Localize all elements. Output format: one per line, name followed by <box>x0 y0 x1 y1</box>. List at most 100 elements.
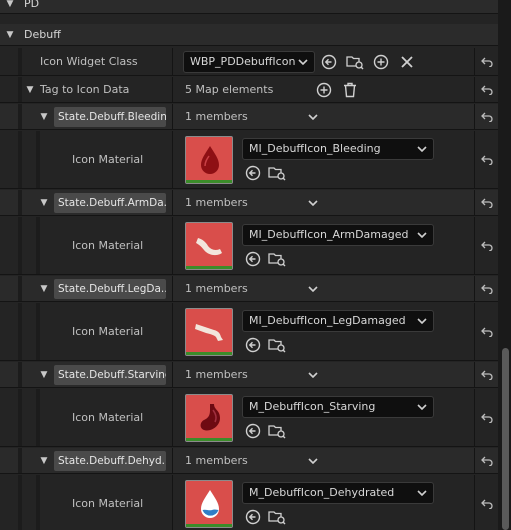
indent-guide <box>18 77 22 102</box>
material-dropdown[interactable]: MI_DebuffIcon_Bleeding <box>242 137 434 160</box>
material-value: MI_DebuffIcon_Bleeding <box>249 142 381 155</box>
gameplay-tag-chip[interactable]: State.Debuff.LegDa... <box>54 278 166 299</box>
blood-drop-icon <box>186 138 234 185</box>
collapse-arrow-icon[interactable]: ▼ <box>24 85 36 95</box>
reset-arrow-icon[interactable] <box>480 198 493 208</box>
chevron-down-icon[interactable] <box>308 457 318 464</box>
category-debuff-label: Debuff <box>24 28 61 41</box>
material-thumbnail[interactable] <box>185 221 233 270</box>
chevron-down-icon[interactable] <box>308 371 318 378</box>
collapse-arrow-icon[interactable]: ▼ <box>4 30 16 40</box>
browse-folder-icon[interactable] <box>268 336 286 354</box>
indent-guide <box>18 303 22 360</box>
gameplay-tag-label: State.Debuff.Starving <box>58 368 166 381</box>
indent-guide <box>36 389 40 446</box>
use-selected-arrow-icon[interactable] <box>244 422 262 440</box>
use-selected-arrow-icon[interactable] <box>244 336 262 354</box>
map-elements-count: 5 Map elements <box>185 83 274 96</box>
collapse-arrow-icon[interactable]: ▼ <box>38 198 50 208</box>
browse-folder-icon[interactable] <box>268 164 286 182</box>
category-debuff[interactable]: ▼ Debuff <box>0 24 498 46</box>
gameplay-tag-chip[interactable]: State.Debuff.ArmDa... <box>54 192 166 213</box>
members-count: 1 members <box>185 110 248 123</box>
gameplay-tag-label: State.Debuff.Dehyd... <box>58 454 166 467</box>
reset-arrow-icon[interactable] <box>480 456 493 466</box>
material-dropdown[interactable]: MI_DebuffIcon_LegDamaged <box>242 309 434 332</box>
thumbnail-status-bar <box>186 265 232 269</box>
indent-guide <box>18 475 22 530</box>
reset-arrow-icon[interactable] <box>480 241 493 251</box>
indent-guide <box>18 48 22 75</box>
clear-close-icon[interactable] <box>398 53 416 71</box>
members-count: 1 members <box>185 282 248 295</box>
browse-folder-icon[interactable] <box>268 422 286 440</box>
browse-folder-icon[interactable] <box>268 250 286 268</box>
material-thumbnail[interactable] <box>185 135 234 185</box>
map-entry-key-row: ▼ State.Debuff.ArmDa... 1 members <box>0 190 498 216</box>
chevron-down-icon <box>417 145 427 152</box>
chevron-down-icon[interactable] <box>308 113 318 120</box>
indent-guide <box>18 389 22 446</box>
indent-guide <box>18 362 22 387</box>
scrollbar-thumb[interactable] <box>502 348 509 530</box>
indent-guide <box>36 303 40 360</box>
reset-arrow-icon[interactable] <box>480 112 493 122</box>
material-dropdown[interactable]: M_DebuffIcon_Dehydrated <box>242 481 434 504</box>
material-thumbnail[interactable] <box>185 307 234 357</box>
icon-material-label: Icon Material <box>72 239 144 252</box>
indent-guide <box>18 276 22 301</box>
gameplay-tag-chip[interactable]: State.Debuff.Starving <box>54 364 166 385</box>
reset-arrow-icon[interactable] <box>480 413 493 423</box>
leg-icon <box>186 310 234 357</box>
icon-widget-class-dropdown[interactable]: WBP_PDDebuffIcon <box>183 50 315 73</box>
thumbnail-status-bar <box>186 523 232 527</box>
material-thumbnail[interactable] <box>185 479 233 528</box>
gameplay-tag-chip[interactable]: State.Debuff.Bleeding <box>54 106 166 127</box>
indent-guide <box>18 190 22 215</box>
collapse-arrow-icon[interactable]: ▼ <box>38 456 50 466</box>
material-thumbnail[interactable] <box>185 393 233 442</box>
use-selected-arrow-icon[interactable] <box>244 508 262 526</box>
indent-guide <box>18 131 22 188</box>
reset-arrow-icon[interactable] <box>480 155 493 165</box>
reset-arrow-icon[interactable] <box>480 85 493 95</box>
chevron-down-icon <box>417 231 427 238</box>
gameplay-tag-chip[interactable]: State.Debuff.Dehyd... <box>54 450 166 471</box>
collapse-arrow-icon[interactable]: ▼ <box>4 0 16 9</box>
category-pd[interactable]: ▼ PD <box>0 0 498 14</box>
reset-arrow-icon[interactable] <box>480 370 493 380</box>
members-count: 1 members <box>185 368 248 381</box>
icon-widget-class-value: WBP_PDDebuffIcon <box>190 55 296 68</box>
collapse-arrow-icon[interactable]: ▼ <box>38 370 50 380</box>
indent-guide <box>36 475 40 530</box>
use-selected-arrow-icon[interactable] <box>320 53 338 71</box>
chevron-down-icon[interactable] <box>308 199 318 206</box>
use-selected-arrow-icon[interactable] <box>244 250 262 268</box>
indent-guide <box>18 448 22 473</box>
add-element-icon[interactable] <box>315 81 333 99</box>
browse-folder-icon[interactable] <box>346 53 364 71</box>
reset-arrow-icon[interactable] <box>480 499 493 509</box>
material-value: MI_DebuffIcon_LegDamaged <box>249 314 406 327</box>
trash-icon[interactable] <box>341 81 359 99</box>
reset-arrow-icon[interactable] <box>480 327 493 337</box>
icon-material-label: Icon Material <box>72 497 144 510</box>
scrollbar[interactable] <box>500 0 511 530</box>
material-dropdown[interactable]: M_DebuffIcon_Starving <box>242 395 434 418</box>
map-entry-key-row: ▼ State.Debuff.Bleeding 1 members <box>0 104 498 130</box>
collapse-arrow-icon[interactable]: ▼ <box>38 112 50 122</box>
material-value: M_DebuffIcon_Starving <box>249 400 376 413</box>
icon-material-label: Icon Material <box>72 411 144 424</box>
collapse-arrow-icon[interactable]: ▼ <box>38 284 50 294</box>
add-plus-icon[interactable] <box>372 53 390 71</box>
reset-arrow-icon[interactable] <box>480 284 493 294</box>
icon-material-row: Icon Material MI_DebuffIcon_ArmDamaged <box>0 217 498 275</box>
material-value: MI_DebuffIcon_ArmDamaged <box>249 228 409 241</box>
use-selected-arrow-icon[interactable] <box>244 164 262 182</box>
material-dropdown[interactable]: MI_DebuffIcon_ArmDamaged <box>242 223 434 246</box>
tag-to-icon-data-row: ▼ Tag to Icon Data 5 Map elements <box>0 77 498 103</box>
chevron-down-icon <box>298 58 308 65</box>
reset-arrow-icon[interactable] <box>480 57 493 67</box>
chevron-down-icon[interactable] <box>308 285 318 292</box>
browse-folder-icon[interactable] <box>268 508 286 526</box>
